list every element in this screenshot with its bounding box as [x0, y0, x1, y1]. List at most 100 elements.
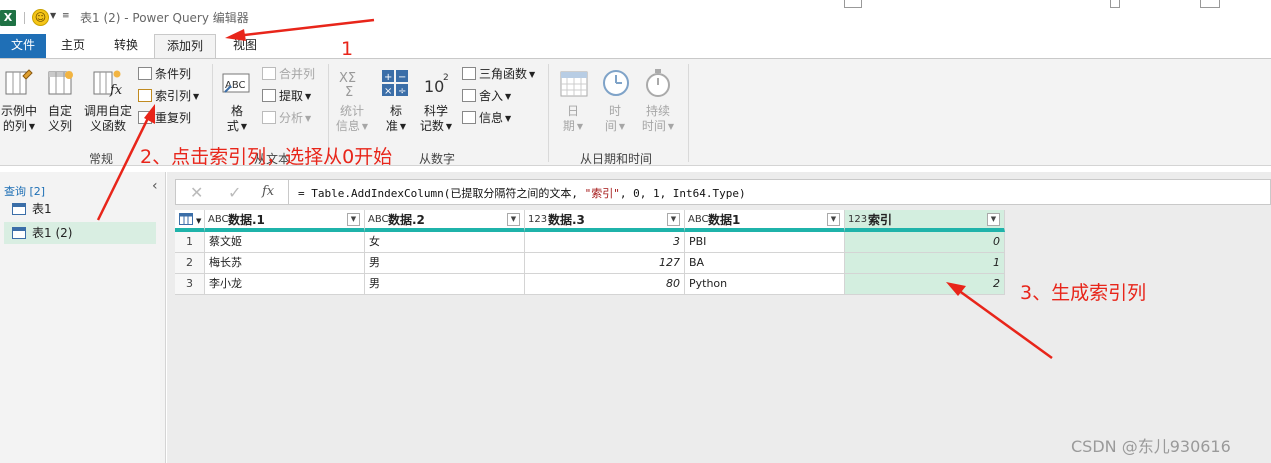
time-button[interactable]: 时 间 ▼: [598, 104, 632, 134]
number-type-icon[interactable]: 123: [848, 210, 867, 230]
index-column-button[interactable]: 索引列 ▼: [138, 88, 199, 105]
standard-button[interactable]: 标 准 ▼: [381, 104, 411, 134]
rounding-button[interactable]: 舍入 ▼: [462, 88, 511, 105]
column-header[interactable]: ABC 数据1 ▼: [685, 210, 845, 232]
column-from-examples-button[interactable]: 示例中 的列 ▼: [0, 104, 38, 134]
formula-divider: [288, 180, 289, 204]
trigonometry-button[interactable]: 三角函数 ▼: [462, 66, 535, 83]
table-menu-button[interactable]: ▼: [175, 210, 205, 232]
annotation-step2: 2、点击索引列，选择从0开始: [140, 146, 393, 168]
text-type-icon[interactable]: ABC: [208, 210, 229, 230]
query-item[interactable]: 表1: [4, 198, 156, 220]
queries-header: 查询 [2]: [4, 185, 46, 198]
row-number[interactable]: 1: [175, 232, 205, 253]
table-cell[interactable]: 3: [525, 232, 685, 253]
table-cell[interactable]: BA: [685, 253, 845, 274]
duplicate-column-icon: [138, 111, 152, 124]
duplicate-column-button[interactable]: 重复列: [138, 110, 191, 126]
fx-icon[interactable]: fx: [262, 184, 274, 199]
svg-text:Σ: Σ: [345, 85, 353, 98]
information-button[interactable]: 信息 ▼: [462, 110, 511, 127]
text-type-icon[interactable]: ABC: [368, 210, 389, 230]
group-label-from-datetime: 从日期和时间: [580, 152, 653, 166]
table-cell[interactable]: 男: [365, 274, 525, 295]
formula-input[interactable]: = Table.AddIndexColumn(已提取分隔符之间的文本, "索引"…: [298, 185, 746, 201]
table-cell[interactable]: 2: [845, 274, 1005, 295]
chevron-down-icon[interactable]: ▼: [50, 11, 56, 20]
table-cell[interactable]: 80: [525, 274, 685, 295]
table-cell[interactable]: 127: [525, 253, 685, 274]
table-cell[interactable]: 女: [365, 232, 525, 253]
table-cell[interactable]: 梅长苏: [205, 253, 365, 274]
filter-dropdown-icon[interactable]: ▼: [347, 213, 360, 226]
date-button[interactable]: 日 期 ▼: [556, 104, 590, 134]
queries-pane: 查询 [2] ‹ 表1 表1 (2): [0, 172, 166, 463]
group-label-from-number: 从数字: [419, 152, 456, 166]
table-cell[interactable]: 男: [365, 253, 525, 274]
duration-button[interactable]: 持续 时间 ▼: [638, 104, 678, 134]
formula-bar: ✕ ✓ fx = Table.AddIndexColumn(已提取分隔符之间的文…: [175, 179, 1271, 205]
text-type-icon[interactable]: ABC: [688, 210, 709, 230]
column-header[interactable]: ABC 数据.2 ▼: [365, 210, 525, 232]
smiley-feedback-icon[interactable]: ☺: [32, 9, 49, 26]
column-header-selected[interactable]: 123 索引 ▼: [845, 210, 1005, 232]
number-type-icon[interactable]: 123: [528, 210, 547, 230]
custom-column-button[interactable]: 自定 义列: [43, 104, 77, 134]
watermark: CSDN @东儿930616: [1071, 437, 1231, 456]
statistics-button[interactable]: 统计 信息 ▼: [334, 104, 370, 134]
tab-add-column[interactable]: 添加列: [154, 34, 216, 59]
filter-dropdown-icon[interactable]: ▼: [987, 213, 1000, 226]
main-area: ✕ ✓ fx = Table.AddIndexColumn(已提取分隔符之间的文…: [167, 172, 1271, 463]
svg-text:÷: ÷: [398, 86, 406, 97]
table-cell[interactable]: 1: [845, 253, 1005, 274]
trigonometry-icon: [462, 67, 476, 80]
svg-text:fx: fx: [109, 83, 122, 98]
rounding-icon: [462, 89, 476, 102]
format-icon: ABC: [222, 73, 250, 93]
information-icon: [462, 111, 476, 124]
table-cell[interactable]: 0: [845, 232, 1005, 253]
parse-button[interactable]: 分析 ▼: [262, 110, 311, 127]
svg-text:+: +: [384, 72, 392, 83]
extract-button[interactable]: 提取 ▼: [262, 88, 311, 105]
cancel-formula-icon[interactable]: ✕: [190, 183, 203, 202]
merge-columns-button[interactable]: 合并列: [262, 66, 315, 82]
table-icon: [12, 227, 26, 239]
stopwatch-icon: [646, 69, 670, 97]
table-cell[interactable]: PBI: [685, 232, 845, 253]
column-header[interactable]: 123 数据.3 ▼: [525, 210, 685, 232]
row-number[interactable]: 3: [175, 274, 205, 295]
tab-view[interactable]: 视图: [222, 34, 268, 58]
column-header[interactable]: ABC 数据.1 ▼: [205, 210, 365, 232]
extract-icon: [262, 89, 276, 102]
tab-home[interactable]: 主页: [50, 34, 96, 58]
tab-transform[interactable]: 转换: [103, 34, 149, 58]
scientific-button[interactable]: 科学 记数 ▼: [418, 104, 454, 134]
tab-file[interactable]: 文件: [0, 34, 46, 58]
row-number[interactable]: 2: [175, 253, 205, 274]
ribbon-tabs: 文件 主页 转换 添加列 视图: [0, 34, 1271, 59]
table-cell[interactable]: Python: [685, 274, 845, 295]
calendar-icon: [560, 71, 588, 97]
cropped-control: [1110, 0, 1120, 8]
filter-dropdown-icon[interactable]: ▼: [827, 213, 840, 226]
parse-icon: [262, 111, 276, 124]
filter-dropdown-icon[interactable]: ▼: [507, 213, 520, 226]
query-item-selected[interactable]: 表1 (2): [4, 222, 156, 244]
table-cell[interactable]: 李小龙: [205, 274, 365, 295]
statistics-icon: XΣ Σ: [339, 71, 356, 98]
window-title: 表1 (2) - Power Query 编辑器: [80, 11, 249, 25]
conditional-column-button[interactable]: 条件列: [138, 66, 191, 82]
confirm-formula-icon[interactable]: ✓: [228, 183, 241, 202]
custom-column-icon: [48, 71, 73, 95]
collapse-pane-icon[interactable]: ‹: [152, 178, 158, 194]
annotation-step3: 3、生成索引列: [1020, 282, 1147, 304]
column-from-examples-icon: [5, 69, 33, 95]
standard-icon: + − × ÷: [382, 70, 408, 97]
invoke-custom-function-button[interactable]: 调用自定 义函数: [82, 104, 134, 134]
customize-quick-access-icon[interactable]: ≡: [62, 11, 70, 21]
conditional-column-icon: [138, 67, 152, 80]
table-cell[interactable]: 蔡文姬: [205, 232, 365, 253]
filter-dropdown-icon[interactable]: ▼: [667, 213, 680, 226]
format-button[interactable]: 格 式 ▼: [222, 104, 252, 134]
